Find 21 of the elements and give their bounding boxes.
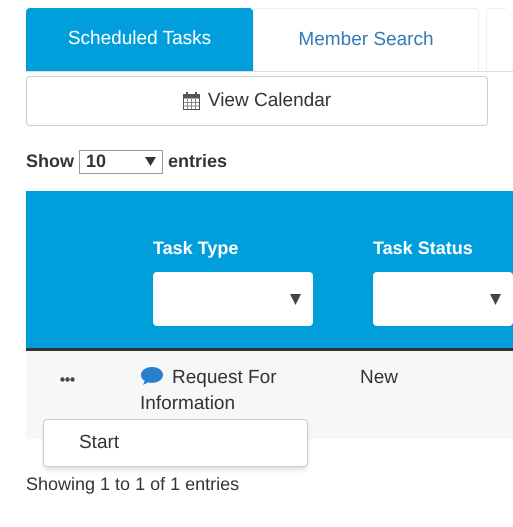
calendar-icon (182, 92, 200, 110)
dropdown-arrow-icon (290, 294, 301, 304)
view-calendar-button[interactable]: View Calendar (26, 76, 488, 126)
entries-select[interactable]: 10 (79, 150, 163, 174)
filter-select[interactable] (153, 272, 313, 326)
task-status-cell-text: New (360, 366, 398, 390)
tab[interactable] (486, 8, 506, 71)
menu-item[interactable]: Start (44, 430, 307, 456)
more-icon[interactable] (60, 377, 75, 382)
dropdown-arrow-icon (490, 294, 501, 304)
dropdown-arrow-icon (145, 157, 156, 166)
filter-select[interactable] (373, 272, 513, 326)
column-header: Task Status (373, 237, 474, 260)
entries-label: entries (168, 150, 228, 173)
task-type-cell-text: Request For Information (140, 365, 278, 416)
show-label: Show (26, 150, 74, 173)
speech-bubble-icon (140, 366, 164, 386)
column-header: Task Type (153, 237, 240, 260)
table-info: Showing 1 to 1 of 1 entries (26, 473, 240, 496)
entries-value: 10 (86, 150, 106, 173)
tab[interactable]: Member Search (253, 8, 479, 71)
